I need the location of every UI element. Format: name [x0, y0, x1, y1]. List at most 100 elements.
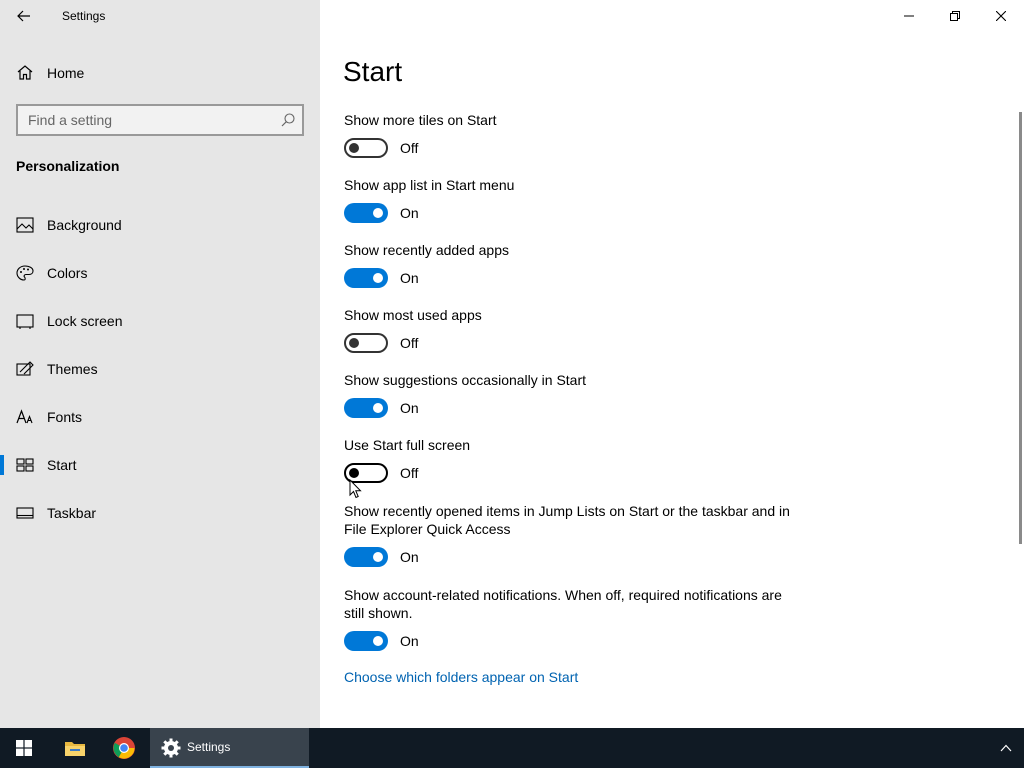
- home-label: Home: [47, 65, 85, 81]
- toggle-state-label: On: [400, 205, 419, 221]
- sidebar-item-label: Themes: [47, 361, 98, 377]
- restore-button[interactable]: [932, 0, 978, 32]
- setting-title: Show suggestions occasionally in Start: [344, 372, 587, 388]
- mouse-pointer-icon: [349, 479, 362, 499]
- palette-icon: [16, 265, 34, 281]
- setting-full-screen: Use Start full screen Off: [344, 436, 804, 483]
- main-content: Start Show more tiles on Start Off Show …: [320, 0, 1024, 728]
- setting-jump-lists: Show recently opened items in Jump Lists…: [344, 502, 804, 567]
- start-button[interactable]: [0, 728, 48, 768]
- background-icon: [16, 217, 34, 233]
- setting-most-used: Show most used apps Off: [344, 306, 804, 353]
- sidebar-item-start[interactable]: Start: [0, 445, 320, 485]
- setting-title: Show account-related notifications. When…: [344, 587, 782, 621]
- scrollbar[interactable]: [1019, 112, 1022, 544]
- minimize-icon: [904, 15, 914, 17]
- app-list-toggle[interactable]: [344, 203, 388, 223]
- section-title: Personalization: [16, 158, 120, 174]
- back-button[interactable]: [8, 0, 40, 32]
- show-hidden-icons-button[interactable]: [994, 736, 1018, 760]
- recently-added-toggle[interactable]: [344, 268, 388, 288]
- settings-taskbar-button[interactable]: Settings: [150, 728, 309, 768]
- toggle-state-label: Off: [400, 465, 419, 481]
- toggle-state-label: On: [400, 633, 419, 649]
- toggle-state-label: Off: [400, 335, 419, 351]
- taskbar: Settings: [0, 728, 1024, 768]
- toggle-row: On: [344, 546, 419, 568]
- toggle-knob: [349, 143, 359, 153]
- settings-taskbar-label: Settings: [187, 740, 231, 754]
- toggle-knob: [373, 403, 383, 413]
- toggle-knob: [373, 273, 383, 283]
- lock-screen-icon: [16, 314, 34, 329]
- close-icon: [996, 11, 1006, 21]
- home-nav-item[interactable]: Home: [0, 56, 320, 90]
- chevron-up-icon: [1000, 744, 1012, 752]
- toggle-knob: [373, 208, 383, 218]
- toggle-row: On: [344, 397, 419, 419]
- search-box[interactable]: [16, 104, 304, 136]
- setting-title: Show most used apps: [344, 307, 482, 323]
- suggestions-toggle[interactable]: [344, 398, 388, 418]
- toggle-state-label: Off: [400, 140, 419, 156]
- more-tiles-toggle[interactable]: [344, 138, 388, 158]
- windows-logo-icon: [16, 740, 32, 756]
- gear-icon: [161, 738, 181, 758]
- sidebar-item-label: Colors: [47, 265, 88, 281]
- toggle-state-label: On: [400, 400, 419, 416]
- account-notifications-toggle[interactable]: [344, 631, 388, 651]
- sidebar-item-fonts[interactable]: Fonts: [0, 397, 320, 437]
- setting-title: Show recently opened items in Jump Lists…: [344, 503, 790, 537]
- restore-icon: [950, 11, 960, 21]
- setting-account-notifications: Show account-related notifications. When…: [344, 586, 804, 651]
- sidebar-item-label: Lock screen: [47, 313, 123, 329]
- setting-recently-added: Show recently added apps On: [344, 241, 804, 288]
- home-icon: [17, 65, 33, 80]
- search-icon[interactable]: [280, 112, 296, 128]
- app-title: Settings: [62, 9, 106, 23]
- chrome-button[interactable]: [100, 728, 148, 768]
- start-icon: [16, 458, 34, 472]
- fonts-icon: [16, 409, 33, 424]
- sidebar-item-colors[interactable]: Colors: [0, 253, 320, 293]
- themes-icon: [16, 361, 34, 376]
- setting-app-list: Show app list in Start menu On: [344, 176, 804, 223]
- sidebar-item-label: Start: [47, 457, 77, 473]
- toggle-knob: [349, 338, 359, 348]
- setting-title: Show more tiles on Start: [344, 112, 497, 128]
- setting-title: Use Start full screen: [344, 437, 471, 453]
- setting-suggestions: Show suggestions occasionally in Start O…: [344, 371, 804, 418]
- close-button[interactable]: [978, 0, 1024, 32]
- page-title: Start: [343, 56, 403, 87]
- sidebar-item-lock-screen[interactable]: Lock screen: [0, 301, 320, 341]
- sidebar-item-label: Fonts: [47, 409, 83, 425]
- most-used-toggle[interactable]: [344, 333, 388, 353]
- file-explorer-button[interactable]: [51, 728, 99, 768]
- toggle-knob: [373, 636, 383, 646]
- sidebar-item-background[interactable]: Background: [0, 205, 320, 245]
- toggle-row: On: [344, 202, 419, 224]
- toggle-knob: [349, 468, 359, 478]
- sidebar-item-label: Taskbar: [47, 505, 97, 521]
- selection-indicator: [0, 455, 4, 475]
- choose-folders-link[interactable]: Choose which folders appear on Start: [344, 669, 578, 685]
- toggle-row: On: [344, 630, 419, 652]
- chrome-icon: [113, 737, 135, 759]
- sidebar-item-taskbar[interactable]: Taskbar: [0, 493, 320, 533]
- setting-more-tiles: Show more tiles on Start Off: [344, 111, 804, 158]
- back-arrow-icon: [17, 10, 30, 22]
- taskbar-icon: [16, 507, 34, 519]
- minimize-button[interactable]: [886, 0, 932, 32]
- setting-title: Show app list in Start menu: [344, 177, 515, 193]
- toggle-knob: [373, 552, 383, 562]
- file-explorer-icon: [65, 742, 85, 756]
- toggle-row: Off: [344, 137, 418, 159]
- search-input[interactable]: [28, 111, 268, 129]
- settings-sidebar: Settings Home Personalization Background…: [0, 0, 320, 728]
- toggle-state-label: On: [400, 270, 419, 286]
- setting-title: Show recently added apps: [344, 242, 509, 258]
- sidebar-item-themes[interactable]: Themes: [0, 349, 320, 389]
- toggle-row: On: [344, 267, 419, 289]
- jump-lists-toggle[interactable]: [344, 547, 388, 567]
- toggle-row: Off: [344, 332, 418, 354]
